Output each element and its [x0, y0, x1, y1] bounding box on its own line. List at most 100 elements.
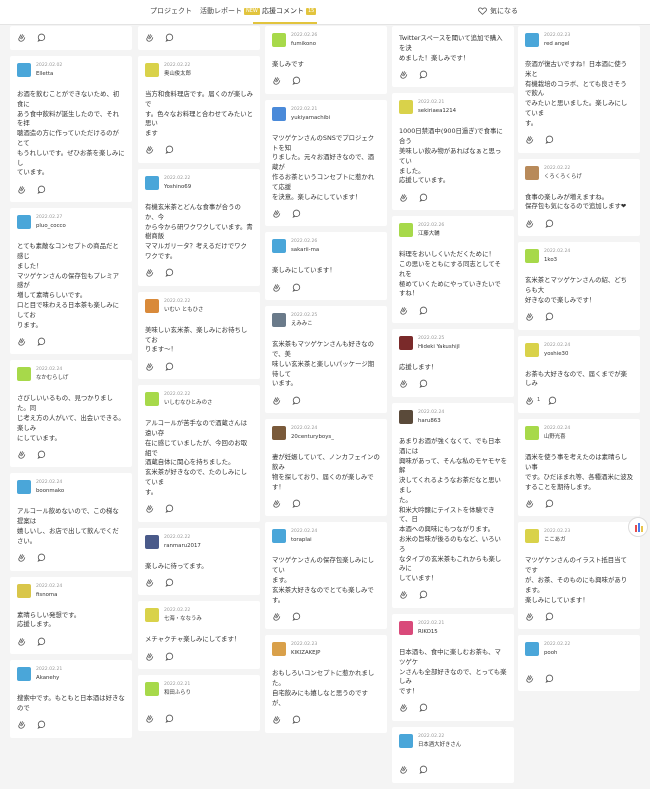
reply-button[interactable]	[548, 396, 557, 405]
avatar[interactable]	[145, 682, 159, 697]
commenter-name[interactable]: pooh	[544, 649, 570, 657]
commenter-name[interactable]: Elletta	[36, 70, 62, 78]
reply-button[interactable]	[419, 70, 428, 79]
avatar[interactable]	[525, 342, 539, 357]
avatar[interactable]	[145, 298, 159, 313]
favorite-button[interactable]: 気になる	[478, 6, 518, 16]
avatar[interactable]	[399, 409, 413, 424]
avatar[interactable]	[525, 426, 539, 441]
reply-button[interactable]	[37, 337, 46, 346]
clap-button[interactable]	[399, 70, 408, 79]
reply-button[interactable]	[292, 612, 301, 621]
avatar[interactable]	[272, 426, 286, 441]
commenter-name[interactable]: sekiriaea1214	[418, 107, 456, 115]
clap-button[interactable]	[525, 135, 534, 144]
commenter-name[interactable]: haru863	[418, 417, 444, 425]
avatar[interactable]	[17, 583, 31, 598]
avatar[interactable]	[272, 239, 286, 254]
reply-button[interactable]	[37, 185, 46, 194]
clap-button[interactable]	[145, 714, 154, 723]
commenter-name[interactable]: 日本酒大好きさん	[418, 741, 461, 749]
reply-button[interactable]	[165, 268, 174, 278]
clap-button[interactable]	[272, 209, 281, 218]
commenter-name[interactable]: red angel	[544, 40, 570, 48]
avatar[interactable]	[525, 642, 539, 657]
reply-button[interactable]	[292, 283, 301, 292]
commenter-name[interactable]: 和田ふらり	[164, 689, 191, 697]
tab-activity-report[interactable]: 活動レポート NEW	[200, 6, 260, 16]
avatar[interactable]	[272, 33, 286, 47]
commenter-name[interactable]: toraplai	[291, 536, 317, 544]
commenter-name[interactable]: yukiyamachibi	[291, 114, 330, 122]
avatar[interactable]	[399, 336, 413, 351]
clap-button[interactable]	[145, 362, 154, 371]
avatar[interactable]	[17, 667, 31, 682]
avatar[interactable]	[17, 480, 31, 495]
commenter-name[interactable]: KIKIZAKEJP	[291, 649, 320, 657]
avatar[interactable]	[145, 534, 159, 549]
avatar[interactable]	[525, 33, 539, 47]
commenter-name[interactable]: くろくろくらげ	[544, 173, 582, 181]
commenter-name[interactable]: ここあガ	[544, 536, 570, 544]
reply-button[interactable]	[419, 306, 428, 315]
tab-project[interactable]: プロジェクト	[150, 6, 192, 16]
clap-button[interactable]	[17, 637, 26, 646]
reply-button[interactable]	[37, 553, 46, 562]
commenter-name[interactable]: ranmaru2017	[164, 542, 201, 550]
commenter-name[interactable]: boonmako	[36, 487, 64, 495]
commenter-name[interactable]: えみみこ	[291, 320, 317, 328]
clap-button[interactable]	[525, 219, 534, 228]
commenter-name[interactable]: 江藤大輔	[418, 230, 444, 238]
clap-button[interactable]	[145, 268, 154, 277]
commenter-name[interactable]: なかむらしげ	[36, 374, 68, 382]
reply-button[interactable]	[545, 219, 554, 228]
clap-button[interactable]	[17, 553, 26, 562]
commenter-name[interactable]: 山野光喜	[544, 433, 570, 441]
avatar[interactable]	[17, 63, 31, 77]
reply-button[interactable]	[419, 590, 428, 600]
avatar[interactable]	[399, 223, 413, 238]
avatar[interactable]	[17, 215, 31, 230]
clap-button[interactable]	[17, 337, 26, 346]
reply-button[interactable]	[545, 312, 554, 321]
commenter-name[interactable]: Akanehy	[36, 674, 62, 682]
clap-button[interactable]	[17, 185, 26, 194]
mascot-avatar[interactable]	[628, 517, 648, 537]
clap-button[interactable]	[145, 504, 154, 513]
avatar[interactable]	[145, 63, 159, 77]
clap-button[interactable]	[399, 193, 408, 202]
clap-button[interactable]	[399, 590, 408, 600]
reply-button[interactable]	[37, 637, 46, 646]
clap-button[interactable]	[272, 499, 281, 508]
clap-button[interactable]	[272, 283, 281, 292]
clap-button[interactable]	[272, 396, 281, 405]
clap-button[interactable]	[145, 145, 154, 155]
avatar[interactable]	[525, 249, 539, 264]
commenter-name[interactable]: fumikono	[291, 40, 317, 48]
reply-button[interactable]	[292, 396, 301, 405]
commenter-name[interactable]: 1ko3	[544, 256, 570, 264]
avatar[interactable]	[399, 733, 413, 748]
commenter-name[interactable]: 七海・ななうみ	[164, 615, 202, 623]
reply-button[interactable]	[545, 674, 554, 683]
clap-button[interactable]	[272, 715, 281, 724]
commenter-name[interactable]: いむい ともひさ	[164, 306, 203, 314]
clap-button[interactable]	[525, 396, 534, 405]
reply-button[interactable]	[37, 450, 46, 459]
clap-button[interactable]	[525, 499, 534, 508]
avatar[interactable]	[399, 620, 413, 635]
tab-support-comments[interactable]: 応援コメント 15	[262, 6, 317, 16]
avatar[interactable]	[525, 529, 539, 544]
avatar[interactable]	[272, 106, 286, 121]
reply-button[interactable]	[165, 652, 174, 661]
reply-button[interactable]	[37, 720, 46, 730]
commenter-name[interactable]: いしむなひとみのさ	[164, 399, 212, 407]
avatar[interactable]	[17, 367, 31, 382]
reply-button[interactable]	[419, 703, 428, 713]
clap-button[interactable]	[399, 379, 408, 389]
clap-button[interactable]	[399, 703, 408, 713]
reply-button[interactable]	[165, 362, 174, 371]
clap-button[interactable]	[525, 674, 534, 683]
commenter-name[interactable]: fisnoma	[36, 591, 62, 599]
reply-button[interactable]	[545, 135, 554, 144]
